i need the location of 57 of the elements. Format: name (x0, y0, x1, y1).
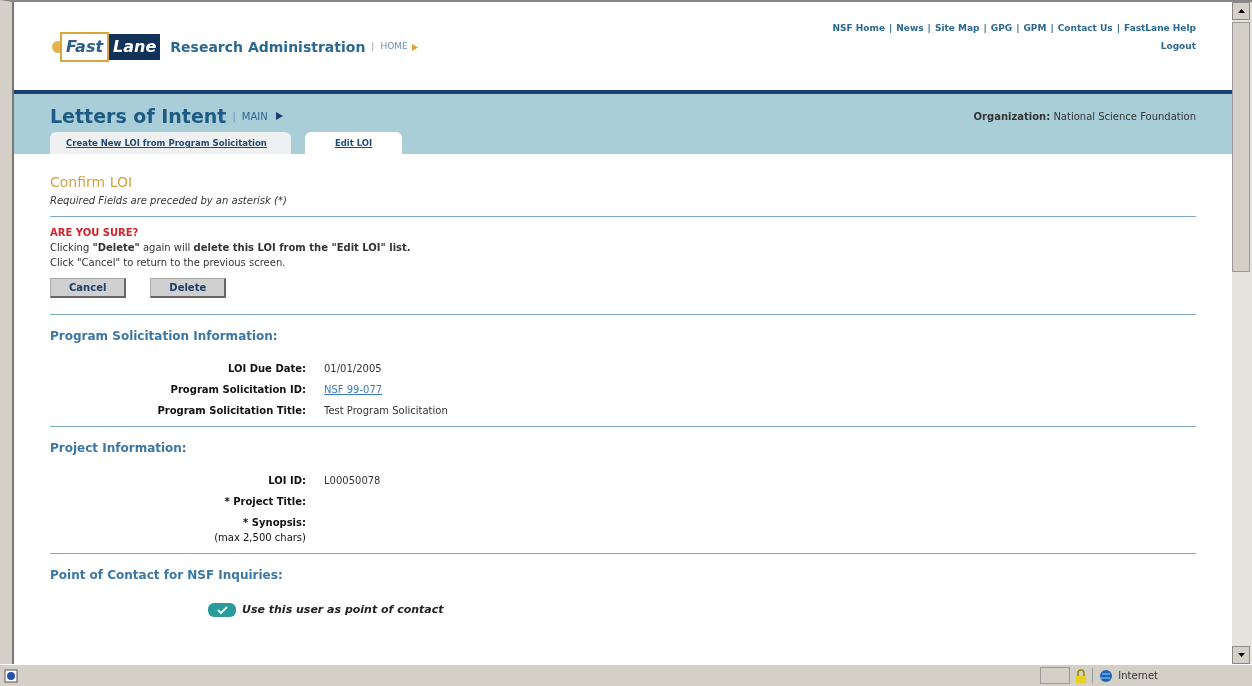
tab[interactable]: Edit LOI (304, 132, 403, 154)
link-separator: | (983, 23, 987, 33)
cancel-hint: Click "Cancel" to return to the previous screen. (50, 256, 287, 270)
section-heading: Point of Contact for NSF Inquiries: (50, 567, 284, 584)
link-separator: | (927, 23, 931, 33)
nav-link-text[interactable]: Contact Us (1057, 23, 1113, 33)
link-separator: | (1016, 23, 1020, 33)
main-link[interactable]: MAIN (241, 108, 268, 124)
separator: | (232, 109, 236, 124)
page-icon (4, 668, 18, 683)
nav-link-text[interactable]: GPG (990, 23, 1013, 33)
nav-link-text[interactable]: Site Map (934, 23, 980, 33)
solicitation-link[interactable]: NSF 99-077 (324, 384, 383, 395)
vertical-scrollbar[interactable] (1232, 2, 1252, 664)
field-label: LOI ID: (267, 474, 306, 488)
status-panel (1040, 667, 1071, 684)
arrow-icon (411, 43, 418, 51)
nav-link-text[interactable]: NSF Home (832, 23, 885, 33)
tab[interactable]: Create New LOI from Program Solicitation (50, 132, 291, 154)
nav-link-text[interactable]: GPM (1023, 23, 1047, 33)
field-note: (max 2,500 chars) (213, 531, 306, 545)
action-button[interactable]: Delete (150, 278, 227, 298)
lock-icon (1074, 668, 1089, 683)
field-value: Test Program Solicitation (324, 405, 448, 416)
link-separator: | (1050, 23, 1054, 33)
link-separator: | (1116, 23, 1120, 33)
checkbox[interactable] (208, 603, 236, 618)
field-label: * Synopsis: (242, 516, 306, 530)
warning-message: Clicking "Delete" again will delete this LOI from the "Edit LOI" list. (50, 241, 412, 255)
field-label: LOI Due Date: (227, 362, 306, 376)
scroll-down-icon (1237, 653, 1245, 657)
field-label: Program Solicitation Title: (156, 404, 306, 418)
field-value: L00050078 (324, 475, 381, 486)
nav-link-text[interactable]: News (896, 23, 924, 33)
section-heading: Project Information: (50, 440, 188, 457)
required-note: Required Fields are preceded by an asterisk (*) (50, 194, 288, 208)
arrow-icon (275, 112, 283, 121)
field-value: 01/01/2005 (324, 363, 382, 374)
app-title: Research Administration (170, 37, 366, 57)
scroll-up-icon (1237, 9, 1245, 13)
separator: | (371, 40, 375, 54)
globe-icon (1099, 668, 1114, 683)
zone-label: Internet (1118, 669, 1158, 683)
home-link[interactable]: HOME (380, 40, 408, 54)
field-label: * Project Title: (223, 495, 306, 509)
fastlane-logo: Fast Lane (50, 32, 161, 62)
checkbox-label: Use this user as point of contact (242, 602, 444, 618)
field-label: Program Solicitation ID: (169, 383, 306, 397)
section-heading: Program Solicitation Information: (50, 328, 279, 345)
warning-heading: ARE YOU SURE? (50, 226, 140, 240)
logout-link[interactable]: Logout (1160, 40, 1196, 51)
section-title: Confirm LOI (50, 173, 134, 192)
organization-text: Organization: National Science Foundation (973, 109, 1196, 124)
action-button[interactable]: Cancel (50, 278, 127, 298)
nav-link-text[interactable]: FastLane Help (1124, 23, 1196, 33)
link-separator: | (889, 23, 893, 33)
page-heading: Letters of Intent (50, 104, 227, 129)
